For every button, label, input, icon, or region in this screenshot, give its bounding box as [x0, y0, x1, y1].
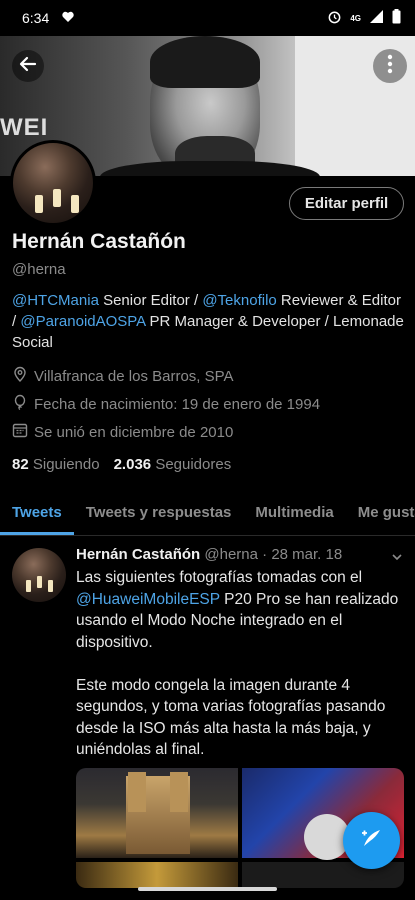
signal-icon — [369, 9, 384, 27]
edit-profile-button[interactable]: Editar perfil — [289, 187, 404, 220]
status-time: 6:34 — [22, 10, 50, 26]
chevron-down-icon[interactable] — [391, 550, 403, 568]
profile-joined: Se unió en diciembre de 2010 — [12, 422, 233, 442]
tweet-paragraph-2: Este modo congela la imagen durante 4 se… — [76, 676, 386, 759]
profile-handle: @herna — [12, 261, 66, 278]
tab-likes[interactable]: Me gusta — [346, 496, 415, 535]
status-bar: 6:34 4G — [0, 0, 415, 36]
profile-birthday: Fecha de nacimiento: 19 de enero de 1994 — [12, 394, 320, 414]
profile-location: Villafranca de los Barros, SPA — [12, 366, 234, 386]
followers-link[interactable]: 2.036 Seguidores — [114, 456, 232, 473]
profile-tabs: Tweets Tweets y respuestas Multimedia Me… — [0, 496, 415, 536]
tab-tweets-and-replies[interactable]: Tweets y respuestas — [74, 496, 244, 535]
balloon-icon — [12, 394, 28, 414]
tab-tweets[interactable]: Tweets — [0, 496, 74, 535]
following-link[interactable]: 82 Siguiendo — [12, 456, 100, 473]
tweet-mention-huawei[interactable]: @HuaweiMobileESP — [76, 591, 220, 608]
profile-name: Hernán Castañón — [12, 230, 186, 253]
tweet-text: Las siguientes fotografías tomadas con e… — [76, 567, 406, 782]
back-button[interactable] — [12, 50, 44, 82]
tweet-header: Hernán Castañón @herna · 28 mar. 18 — [76, 546, 342, 563]
tweet-author-name[interactable]: Hernán Castañón — [76, 546, 200, 563]
location-text: Villafranca de los Barros, SPA — [34, 367, 234, 385]
follow-stats: 82 Siguiendo 2.036 Seguidores — [12, 456, 231, 473]
calendar-icon — [12, 422, 28, 442]
tweet-avatar[interactable] — [12, 548, 66, 602]
tweet-author-handle: @herna — [204, 546, 258, 563]
more-vertical-icon — [387, 54, 393, 79]
heart-shield-icon — [61, 10, 75, 27]
profile-avatar[interactable] — [10, 140, 96, 226]
compose-tweet-icon — [359, 825, 385, 856]
bio-mention-teknofilo[interactable]: @Teknofilo — [202, 292, 276, 309]
banner-logo-text: WEI — [0, 114, 49, 141]
tweet-date: 28 mar. 18 — [271, 546, 343, 563]
arrow-left-icon — [18, 54, 38, 79]
tweet-photo-3[interactable] — [76, 862, 238, 888]
tab-media[interactable]: Multimedia — [243, 496, 345, 535]
bio-mention-paranoidaospa[interactable]: @ParanoidAOSPA — [20, 313, 145, 330]
bio-text: Senior Editor / — [98, 292, 203, 309]
bio-mention-htcmania[interactable]: @HTCMania — [12, 292, 99, 309]
more-options-button[interactable] — [373, 49, 407, 83]
birthday-text: Fecha de nacimiento: 19 de enero de 1994 — [34, 395, 321, 413]
location-pin-icon — [12, 366, 28, 386]
joined-text: Se unió en diciembre de 2010 — [34, 423, 234, 441]
battery-icon — [392, 9, 401, 27]
compose-tweet-button[interactable] — [343, 812, 400, 869]
tweet-photo-1[interactable] — [76, 768, 238, 858]
home-indicator[interactable] — [138, 887, 277, 891]
data-4g-icon: 4G — [350, 13, 361, 23]
profile-bio: @HTCMania Senior Editor / @Teknofilo Rev… — [12, 290, 407, 353]
alarm-icon — [327, 9, 342, 27]
